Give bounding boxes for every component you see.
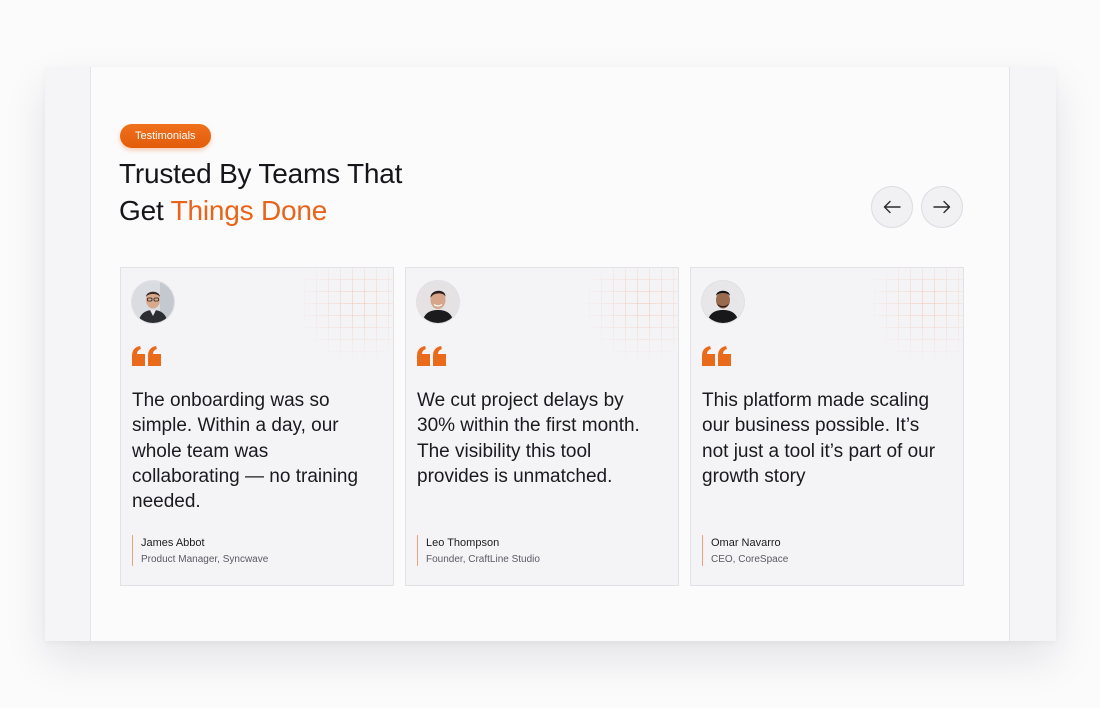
grid-pattern-decoration (293, 268, 393, 368)
author-name: Leo Thompson (426, 537, 500, 549)
testimonial-quote: This platform made scaling our business … (702, 390, 936, 487)
quote-icon (417, 346, 446, 366)
prev-button[interactable] (871, 186, 913, 228)
avatar (417, 281, 459, 323)
testimonial-card: This platform made scaling our business … (690, 267, 964, 586)
title-line-1: Trusted By Teams That (119, 158, 403, 189)
testimonials-section: Testimonials Trusted By Teams That Get T… (90, 67, 1010, 641)
testimonial-author: Omar Navarro CEO, CoreSpace (702, 535, 788, 566)
section-title: Trusted By Teams That Get Things Done (119, 155, 402, 229)
testimonial-card: We cut project delays by 30% within the … (405, 267, 679, 586)
author-role: CEO, CoreSpace (711, 554, 789, 565)
page-frame: Testimonials Trusted By Teams That Get T… (45, 67, 1056, 641)
title-line-2: Get (119, 195, 171, 226)
arrow-left-icon (883, 200, 901, 214)
author-name: Omar Navarro (711, 537, 781, 549)
quote-icon (132, 346, 161, 366)
grid-pattern-decoration (863, 268, 963, 368)
avatar (702, 281, 744, 323)
arrow-right-icon (933, 200, 951, 214)
next-button[interactable] (921, 186, 963, 228)
quote-icon (702, 346, 731, 366)
testimonial-author: James Abbot Product Manager, Syncwave (132, 535, 268, 566)
testimonial-quote: We cut project delays by 30% within the … (417, 390, 640, 487)
testimonial-quote: The onboarding was so simple. Within a d… (132, 390, 359, 513)
section-badge: Testimonials (120, 124, 211, 148)
testimonial-author: Leo Thompson Founder, CraftLine Studio (417, 535, 540, 566)
author-name: James Abbot (141, 537, 205, 549)
testimonial-card: The onboarding was so simple. Within a d… (120, 267, 394, 586)
author-role: Product Manager, Syncwave (141, 554, 269, 565)
author-role: Founder, CraftLine Studio (426, 554, 540, 565)
title-accent: Things Done (170, 195, 328, 226)
avatar (132, 281, 174, 323)
grid-pattern-decoration (578, 268, 678, 368)
